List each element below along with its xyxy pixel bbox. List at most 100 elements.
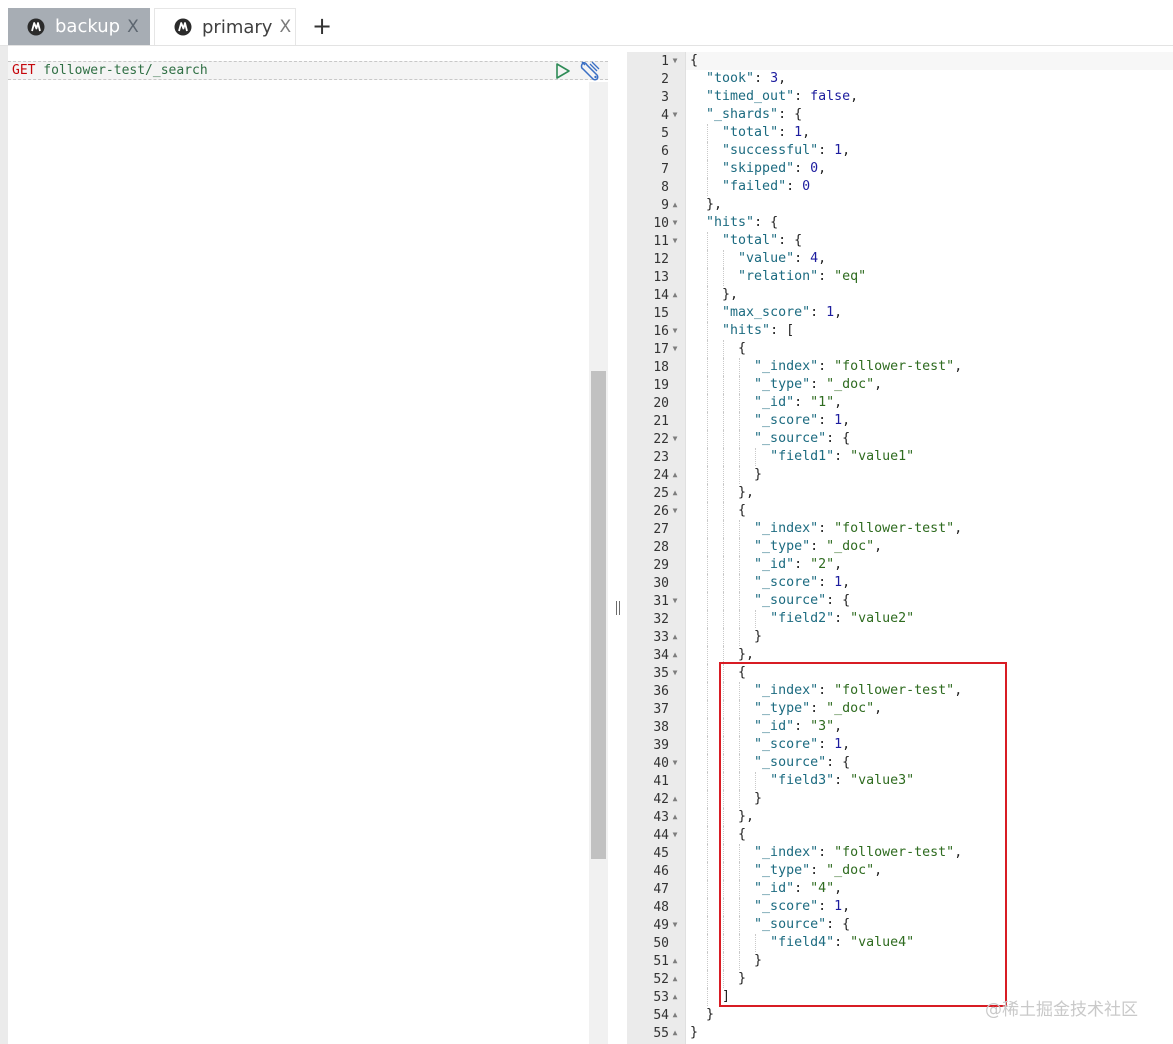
code-token: "_type" — [754, 539, 811, 554]
tab-primary[interactable]: primary X — [154, 8, 296, 45]
code-line: "_index": "follower-test", — [690, 520, 1170, 538]
fold-caret-up-icon[interactable]: ▲ — [670, 286, 680, 304]
code-line: "_id": "4", — [690, 880, 1170, 898]
line-number: 35 ▼ — [627, 664, 685, 682]
code-token: "follower-test" — [834, 683, 955, 698]
line-number-text: 28 — [653, 539, 669, 555]
fold-caret-up-icon[interactable]: ▲ — [670, 970, 680, 988]
fold-caret-down-icon[interactable]: ▼ — [670, 322, 680, 340]
code-token: : — [754, 71, 771, 86]
line-number-text: 14 — [653, 287, 669, 303]
code-token: }, — [722, 287, 739, 302]
line-number-text: 16 — [653, 323, 669, 339]
fold-caret-down-icon[interactable]: ▼ — [670, 664, 680, 682]
fold-caret-down-icon[interactable]: ▼ — [670, 232, 680, 250]
fold-caret-up-icon[interactable]: ▲ — [670, 484, 680, 502]
line-number-text: 3 — [661, 89, 669, 105]
line-number: 39 — [627, 736, 685, 754]
add-tab-button[interactable]: + — [311, 14, 333, 38]
fold-caret-down-icon[interactable]: ▼ — [670, 52, 680, 70]
line-number-text: 25 — [653, 485, 669, 501]
code-token: : — [834, 935, 851, 950]
line-number: 14 ▲ — [627, 286, 685, 304]
fold-caret-up-icon[interactable]: ▲ — [670, 1024, 680, 1042]
fold-caret-down-icon[interactable]: ▼ — [670, 592, 680, 610]
code-token: "_score" — [754, 575, 819, 590]
fold-caret-down-icon[interactable]: ▼ — [670, 502, 680, 520]
code-token: "_shards" — [706, 107, 779, 122]
fold-caret-down-icon[interactable]: ▼ — [670, 430, 680, 448]
code-token: "total" — [722, 233, 779, 248]
response-viewer[interactable]: 1 ▼ 2 3 4 ▼ 5 6 7 8 9 ▲ 10 ▼ 11 ▼ 12 13 14 ▲ 15 16 ▼ 17 ▼ 18 19 20 2… — [627, 46, 1173, 1044]
wrench-icon[interactable] — [578, 59, 602, 83]
code-token: : [ — [770, 323, 795, 338]
code-token: } — [754, 467, 763, 482]
fold-caret-up-icon[interactable]: ▲ — [670, 646, 680, 664]
code-line: { — [690, 340, 1170, 358]
code-token: } — [754, 791, 763, 806]
code-token: } — [754, 629, 763, 644]
code-line: "_source": { — [690, 754, 1170, 772]
fold-caret-down-icon[interactable]: ▼ — [670, 826, 680, 844]
fold-caret-up-icon[interactable]: ▲ — [670, 988, 680, 1006]
fold-caret-down-icon[interactable]: ▼ — [670, 754, 680, 772]
tab-label: primary — [202, 16, 273, 38]
code-line: "_score": 1, — [690, 898, 1170, 916]
code-token: "_source" — [754, 593, 827, 608]
fold-caret-down-icon[interactable]: ▼ — [670, 916, 680, 934]
code-token: : — [818, 143, 835, 158]
line-number-text: 7 — [661, 161, 669, 177]
code-token: "1" — [810, 395, 835, 410]
request-line[interactable]: GET follower-test/_search — [12, 62, 208, 80]
code-token: "max_score" — [722, 305, 811, 320]
code-token: "follower-test" — [834, 521, 955, 536]
line-numbers: 1 ▼ 2 3 4 ▼ 5 6 7 8 9 ▲ 10 ▼ 11 ▼ 12 13 14 ▲ 15 16 ▼ 17 ▼ 18 19 20 2… — [627, 52, 685, 1042]
code-token: : — [794, 251, 811, 266]
close-icon[interactable]: X — [279, 17, 291, 37]
code-token: "_score" — [754, 737, 819, 752]
fold-caret-up-icon[interactable]: ▲ — [670, 1006, 680, 1024]
code-token: "2" — [810, 557, 835, 572]
code-token: } — [690, 1025, 699, 1040]
line-number: 21 — [627, 412, 685, 430]
resize-handle-icon[interactable] — [613, 599, 623, 617]
code-token: "value2" — [850, 611, 915, 626]
fold-caret-up-icon[interactable]: ▲ — [670, 466, 680, 484]
code-token: 3 — [770, 71, 779, 86]
close-icon[interactable]: X — [127, 17, 139, 37]
fold-caret-up-icon[interactable]: ▲ — [670, 952, 680, 970]
request-scrollbar-thumb[interactable] — [591, 371, 606, 859]
tab-backup[interactable]: backup X — [8, 8, 150, 45]
fold-caret-up-icon[interactable]: ▲ — [670, 790, 680, 808]
fold-caret-up-icon[interactable]: ▲ — [670, 808, 680, 826]
code-line: "timed_out": false, — [690, 88, 1170, 106]
code-token: "value3" — [850, 773, 915, 788]
code-token: "3" — [810, 719, 835, 734]
line-number: 29 — [627, 556, 685, 574]
code-token: : — [818, 737, 835, 752]
run-icon[interactable] — [555, 62, 571, 80]
fold-caret-up-icon[interactable]: ▲ — [670, 196, 680, 214]
request-editor[interactable]: GET follower-test/_search — [0, 46, 610, 1044]
fold-caret-down-icon[interactable]: ▼ — [670, 340, 680, 358]
code-token: : { — [826, 917, 851, 932]
line-number-text: 20 — [653, 395, 669, 411]
code-line: }, — [690, 646, 1170, 664]
fold-caret-down-icon[interactable]: ▼ — [670, 214, 680, 232]
line-number: 3 — [627, 88, 685, 106]
fold-caret-up-icon[interactable]: ▲ — [670, 628, 680, 646]
code-line: "field2": "value2" — [690, 610, 1170, 628]
line-number: 51 ▲ — [627, 952, 685, 970]
code-line: "_type": "_doc", — [690, 862, 1170, 880]
fold-caret-down-icon[interactable]: ▼ — [670, 106, 680, 124]
gutter-border — [685, 52, 686, 1044]
